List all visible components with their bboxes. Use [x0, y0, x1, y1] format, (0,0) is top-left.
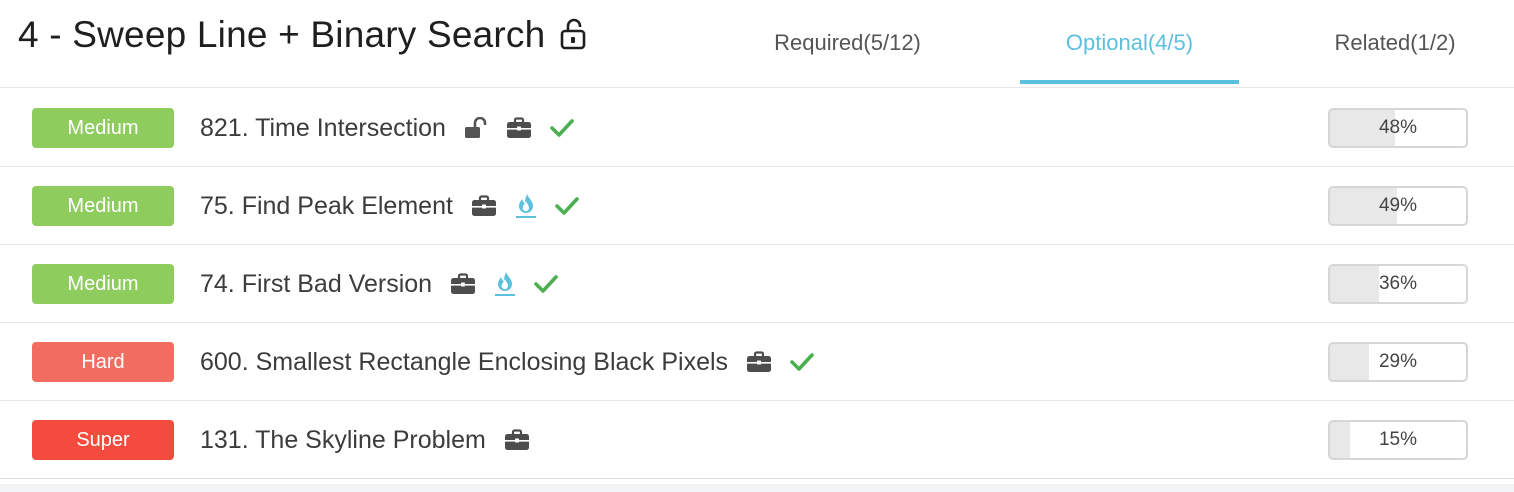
- section-header: 4 - Sweep Line + Binary Search Required(…: [0, 0, 1514, 88]
- unlock-icon: [464, 117, 488, 139]
- check-icon: [534, 274, 558, 294]
- problem-title-link[interactable]: 821. Time Intersection: [200, 114, 446, 143]
- difficulty-badge: Medium: [32, 264, 174, 304]
- unlock-icon[interactable]: [559, 18, 589, 52]
- problem-title-link[interactable]: 600. Smallest Rectangle Enclosing Black …: [200, 348, 728, 377]
- briefcase-icon: [450, 273, 476, 295]
- problem-info: 74. First Bad Version: [200, 245, 558, 323]
- difficulty-badge: Super: [32, 420, 174, 460]
- page-title-text: 4 - Sweep Line + Binary Search: [18, 14, 546, 55]
- briefcase-icon: [471, 195, 497, 217]
- check-icon: [550, 118, 574, 138]
- problem-row[interactable]: Medium 75. Find Peak Element 49%: [0, 167, 1514, 245]
- acceptance-rate-bar: 15%: [1328, 420, 1468, 460]
- problem-info: 75. Find Peak Element: [200, 167, 579, 245]
- flame-icon[interactable]: [494, 271, 516, 297]
- acceptance-rate-bar: 36%: [1328, 264, 1468, 304]
- acceptance-rate-label: 49%: [1378, 195, 1418, 216]
- difficulty-badge: Medium: [32, 186, 174, 226]
- problem-list: Medium 821. Time Intersection 48% Medium 75.…: [0, 89, 1514, 479]
- footer-strip: [0, 484, 1514, 492]
- acceptance-rate-label: 15%: [1378, 429, 1418, 450]
- difficulty-badge: Medium: [32, 108, 174, 148]
- problem-row[interactable]: Medium 821. Time Intersection 48%: [0, 89, 1514, 167]
- acceptance-rate-label: 48%: [1378, 117, 1418, 138]
- problem-title-link[interactable]: 131. The Skyline Problem: [200, 426, 486, 455]
- check-icon: [555, 196, 579, 216]
- problem-info: 600. Smallest Rectangle Enclosing Black …: [200, 323, 814, 401]
- acceptance-rate-bar: 48%: [1328, 108, 1468, 148]
- problem-title-link[interactable]: 75. Find Peak Element: [200, 192, 453, 221]
- acceptance-rate-label: 29%: [1378, 351, 1418, 372]
- difficulty-badge: Hard: [32, 342, 174, 382]
- check-icon: [790, 352, 814, 372]
- tab-required[interactable]: Required(5/12): [760, 30, 935, 56]
- page-title: 4 - Sweep Line + Binary Search: [18, 14, 589, 56]
- problem-row[interactable]: Hard 600. Smallest Rectangle Enclosing Bl…: [0, 323, 1514, 401]
- problem-info: 821. Time Intersection: [200, 89, 574, 167]
- tab-optional[interactable]: Optional(4/5): [1020, 30, 1239, 84]
- flame-icon[interactable]: [515, 193, 537, 219]
- acceptance-rate-bar: 49%: [1328, 186, 1468, 226]
- briefcase-icon: [746, 351, 772, 373]
- briefcase-icon: [506, 117, 532, 139]
- tab-related[interactable]: Related(1/2): [1300, 30, 1490, 56]
- problem-info: 131. The Skyline Problem: [200, 401, 530, 479]
- problem-row[interactable]: Super 131. The Skyline Problem 15%: [0, 401, 1514, 479]
- problem-title-link[interactable]: 74. First Bad Version: [200, 270, 432, 299]
- acceptance-rate-bar: 29%: [1328, 342, 1468, 382]
- briefcase-icon: [504, 429, 530, 451]
- problem-row[interactable]: Medium 74. First Bad Version 36%: [0, 245, 1514, 323]
- acceptance-rate-label: 36%: [1378, 273, 1418, 294]
